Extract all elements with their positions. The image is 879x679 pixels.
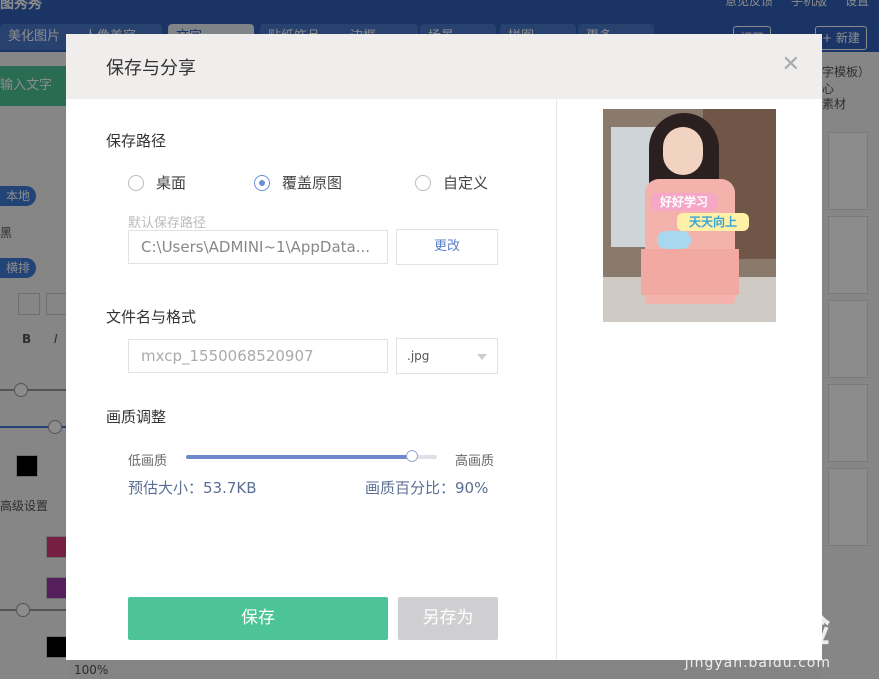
radio-circle-icon [128, 174, 144, 191]
radio-desktop-label: 桌面 [156, 174, 187, 192]
quality-slider-knob[interactable] [405, 450, 418, 462]
dialog-header: 保存与分享 ✕ [66, 34, 822, 99]
save-path-label: 保存路径 [106, 132, 167, 150]
dialog-title: 保存与分享 [106, 58, 196, 79]
radio-overwrite[interactable]: 覆盖原图 [254, 172, 342, 193]
high-quality-label: 高画质 [455, 454, 495, 469]
filename-format-label: 文件名与格式 [106, 308, 197, 326]
format-select[interactable]: .jpg [396, 338, 498, 374]
quality-slider[interactable] [186, 450, 437, 462]
save-as-button[interactable]: 另存为 [398, 597, 498, 640]
preview-plane-sticker [657, 231, 691, 249]
low-quality-label: 低画质 [128, 454, 168, 469]
quality-percent: 画质百分比：90% [365, 479, 489, 497]
preview-skirt [641, 249, 739, 295]
preview-face [663, 127, 703, 175]
radio-desktop[interactable]: 桌面 [128, 172, 186, 193]
preview-sticker-text-2: 天天向上 [677, 213, 749, 231]
radio-overwrite-label: 覆盖原图 [282, 174, 343, 192]
save-share-dialog: 保存与分享 ✕ 保存路径 桌面 覆盖原图 自定义 默认保存路径 C:\Users… [66, 34, 822, 660]
baidu-watermark: Baidu经验 [626, 607, 831, 651]
quality-label: 画质调整 [106, 408, 167, 426]
preview-sticker-text-1: 好好学习 [651, 193, 717, 211]
filename-input[interactable]: mxcp_1550068520907 [128, 339, 388, 373]
radio-custom-label: 自定义 [443, 174, 489, 192]
radio-circle-icon [415, 174, 431, 191]
radio-custom[interactable]: 自定义 [415, 172, 488, 193]
baidu-watermark-url: jingyan.baidu.com [684, 655, 831, 671]
dialog-divider [556, 99, 557, 660]
format-select-value: .jpg [407, 349, 430, 363]
radio-selected-icon [254, 174, 270, 191]
default-path-hint: 默认保存路径 [128, 216, 207, 231]
estimated-size: 预估大小：53.7KB [128, 479, 257, 497]
preview-image: 好好学习 天天向上 [603, 109, 776, 322]
chevron-down-icon [477, 354, 487, 360]
change-path-button[interactable]: 更改 [396, 229, 498, 265]
quality-slider-fill [186, 455, 412, 459]
save-path-field[interactable]: C:\Users\ADMINI~1\AppData... [128, 230, 388, 264]
save-button[interactable]: 保存 [128, 597, 388, 640]
close-icon[interactable]: ✕ [782, 52, 800, 77]
